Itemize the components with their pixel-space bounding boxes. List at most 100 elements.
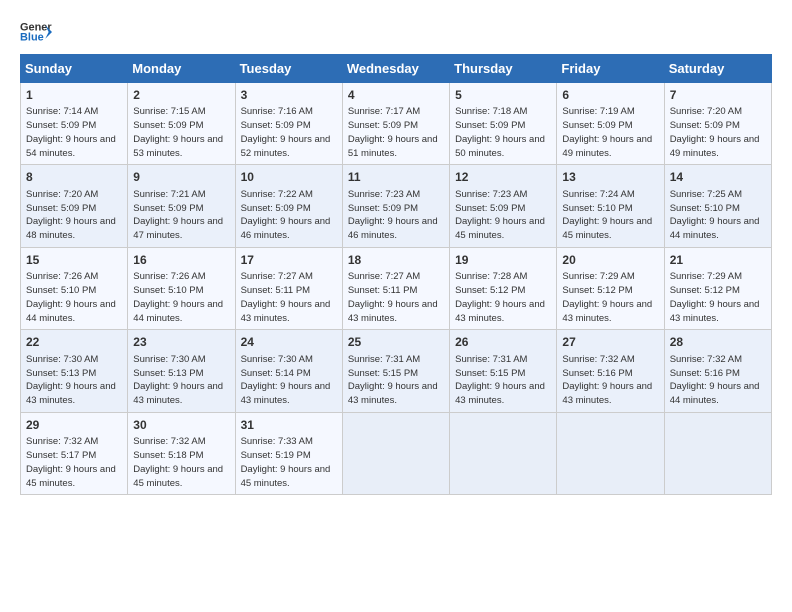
sunrise: Sunrise: 7:31 AM <box>455 354 527 365</box>
daylight: Daylight: 9 hours and 43 minutes. <box>455 299 545 324</box>
calendar-cell: 3Sunrise: 7:16 AMSunset: 5:09 PMDaylight… <box>235 83 342 165</box>
sunset: Sunset: 5:09 PM <box>348 203 418 214</box>
day-number: 3 <box>241 87 337 104</box>
calendar-row: 29Sunrise: 7:32 AMSunset: 5:17 PMDayligh… <box>21 412 772 494</box>
calendar-cell: 20Sunrise: 7:29 AMSunset: 5:12 PMDayligh… <box>557 247 664 329</box>
daylight: Daylight: 9 hours and 43 minutes. <box>26 381 116 406</box>
page: General Blue SundayMondayTuesdayWednesda… <box>0 0 792 612</box>
sunset: Sunset: 5:10 PM <box>133 285 203 296</box>
daylight: Daylight: 9 hours and 44 minutes. <box>26 299 116 324</box>
day-number: 4 <box>348 87 444 104</box>
calendar-header-cell: Wednesday <box>342 55 449 83</box>
daylight: Daylight: 9 hours and 44 minutes. <box>133 299 223 324</box>
sunset: Sunset: 5:15 PM <box>348 368 418 379</box>
calendar-cell: 23Sunrise: 7:30 AMSunset: 5:13 PMDayligh… <box>128 330 235 412</box>
daylight: Daylight: 9 hours and 53 minutes. <box>133 134 223 159</box>
day-number: 10 <box>241 169 337 186</box>
calendar-cell: 28Sunrise: 7:32 AMSunset: 5:16 PMDayligh… <box>664 330 771 412</box>
sunrise: Sunrise: 7:27 AM <box>348 271 420 282</box>
sunset: Sunset: 5:09 PM <box>670 120 740 131</box>
daylight: Daylight: 9 hours and 46 minutes. <box>241 216 331 241</box>
calendar-body: 1Sunrise: 7:14 AMSunset: 5:09 PMDaylight… <box>21 83 772 495</box>
day-number: 24 <box>241 334 337 351</box>
sunrise: Sunrise: 7:21 AM <box>133 189 205 200</box>
daylight: Daylight: 9 hours and 49 minutes. <box>670 134 760 159</box>
daylight: Daylight: 9 hours and 43 minutes. <box>133 381 223 406</box>
day-number: 5 <box>455 87 551 104</box>
day-number: 14 <box>670 169 766 186</box>
day-number: 9 <box>133 169 229 186</box>
calendar-cell: 6Sunrise: 7:19 AMSunset: 5:09 PMDaylight… <box>557 83 664 165</box>
sunset: Sunset: 5:10 PM <box>562 203 632 214</box>
sunset: Sunset: 5:09 PM <box>241 120 311 131</box>
calendar-cell: 26Sunrise: 7:31 AMSunset: 5:15 PMDayligh… <box>450 330 557 412</box>
sunset: Sunset: 5:13 PM <box>26 368 96 379</box>
daylight: Daylight: 9 hours and 51 minutes. <box>348 134 438 159</box>
daylight: Daylight: 9 hours and 44 minutes. <box>670 216 760 241</box>
daylight: Daylight: 9 hours and 43 minutes. <box>455 381 545 406</box>
sunrise: Sunrise: 7:33 AM <box>241 436 313 447</box>
sunset: Sunset: 5:16 PM <box>562 368 632 379</box>
sunset: Sunset: 5:10 PM <box>26 285 96 296</box>
sunrise: Sunrise: 7:29 AM <box>670 271 742 282</box>
day-number: 2 <box>133 87 229 104</box>
sunrise: Sunrise: 7:22 AM <box>241 189 313 200</box>
sunrise: Sunrise: 7:25 AM <box>670 189 742 200</box>
sunrise: Sunrise: 7:30 AM <box>133 354 205 365</box>
sunrise: Sunrise: 7:17 AM <box>348 106 420 117</box>
sunset: Sunset: 5:19 PM <box>241 450 311 461</box>
day-number: 29 <box>26 417 122 434</box>
sunrise: Sunrise: 7:27 AM <box>241 271 313 282</box>
sunset: Sunset: 5:09 PM <box>348 120 418 131</box>
sunrise: Sunrise: 7:15 AM <box>133 106 205 117</box>
sunset: Sunset: 5:15 PM <box>455 368 525 379</box>
sunrise: Sunrise: 7:24 AM <box>562 189 634 200</box>
day-number: 18 <box>348 252 444 269</box>
sunset: Sunset: 5:10 PM <box>670 203 740 214</box>
sunrise: Sunrise: 7:20 AM <box>670 106 742 117</box>
sunrise: Sunrise: 7:28 AM <box>455 271 527 282</box>
sunset: Sunset: 5:09 PM <box>241 203 311 214</box>
calendar-cell <box>450 412 557 494</box>
sunrise: Sunrise: 7:30 AM <box>26 354 98 365</box>
calendar-cell: 4 Sunrise: 7:17 AM Sunset: 5:09 PM Daylight… <box>342 83 449 165</box>
calendar-row: 15Sunrise: 7:26 AMSunset: 5:10 PMDayligh… <box>21 247 772 329</box>
daylight: Daylight: 9 hours and 43 minutes. <box>241 381 331 406</box>
daylight: Daylight: 9 hours and 50 minutes. <box>455 134 545 159</box>
day-number: 20 <box>562 252 658 269</box>
sunset: Sunset: 5:18 PM <box>133 450 203 461</box>
sunrise: Sunrise: 7:30 AM <box>241 354 313 365</box>
sunrise: Sunrise: 7:32 AM <box>26 436 98 447</box>
daylight: Daylight: 9 hours and 54 minutes. <box>26 134 116 159</box>
calendar-cell <box>664 412 771 494</box>
sunrise: Sunrise: 7:14 AM <box>26 106 98 117</box>
sunrise: Sunrise: 7:32 AM <box>670 354 742 365</box>
calendar-cell: 16Sunrise: 7:26 AMSunset: 5:10 PMDayligh… <box>128 247 235 329</box>
calendar-row: 8 Sunrise: 7:20 AM Sunset: 5:09 PM Daylight… <box>21 165 772 247</box>
sunrise: Sunrise: 7:29 AM <box>562 271 634 282</box>
calendar-cell <box>557 412 664 494</box>
calendar-table: SundayMondayTuesdayWednesdayThursdayFrid… <box>20 54 772 495</box>
day-number: 22 <box>26 334 122 351</box>
day-number: 28 <box>670 334 766 351</box>
sunset: Sunset: 5:12 PM <box>562 285 632 296</box>
calendar-cell: 27Sunrise: 7:32 AMSunset: 5:16 PMDayligh… <box>557 330 664 412</box>
sunrise: Sunrise: 7:23 AM <box>455 189 527 200</box>
sunrise: Sunrise: 7:16 AM <box>241 106 313 117</box>
sunrise: Sunrise: 7:32 AM <box>562 354 634 365</box>
calendar-cell: 12Sunrise: 7:23 AMSunset: 5:09 PMDayligh… <box>450 165 557 247</box>
calendar-cell: 8Sunrise: 7:20 AMSunset: 5:09 PMDaylight… <box>21 165 128 247</box>
day-number: 16 <box>133 252 229 269</box>
sunrise: Sunrise: 7:31 AM <box>348 354 420 365</box>
sunset: Sunset: 5:09 PM <box>133 120 203 131</box>
calendar-cell: 7Sunrise: 7:20 AMSunset: 5:09 PMDaylight… <box>664 83 771 165</box>
sunset: Sunset: 5:12 PM <box>670 285 740 296</box>
day-number: 15 <box>26 252 122 269</box>
calendar-header-cell: Monday <box>128 55 235 83</box>
sunrise: Sunrise: 7:20 AM <box>26 189 98 200</box>
calendar-row: 1Sunrise: 7:14 AMSunset: 5:09 PMDaylight… <box>21 83 772 165</box>
day-number: 21 <box>670 252 766 269</box>
calendar-cell: 10 Sunrise: 7:22 AM Sunset: 5:09 PM Dayligh… <box>235 165 342 247</box>
day-number: 8 <box>26 169 122 186</box>
daylight: Daylight: 9 hours and 45 minutes. <box>241 464 331 489</box>
